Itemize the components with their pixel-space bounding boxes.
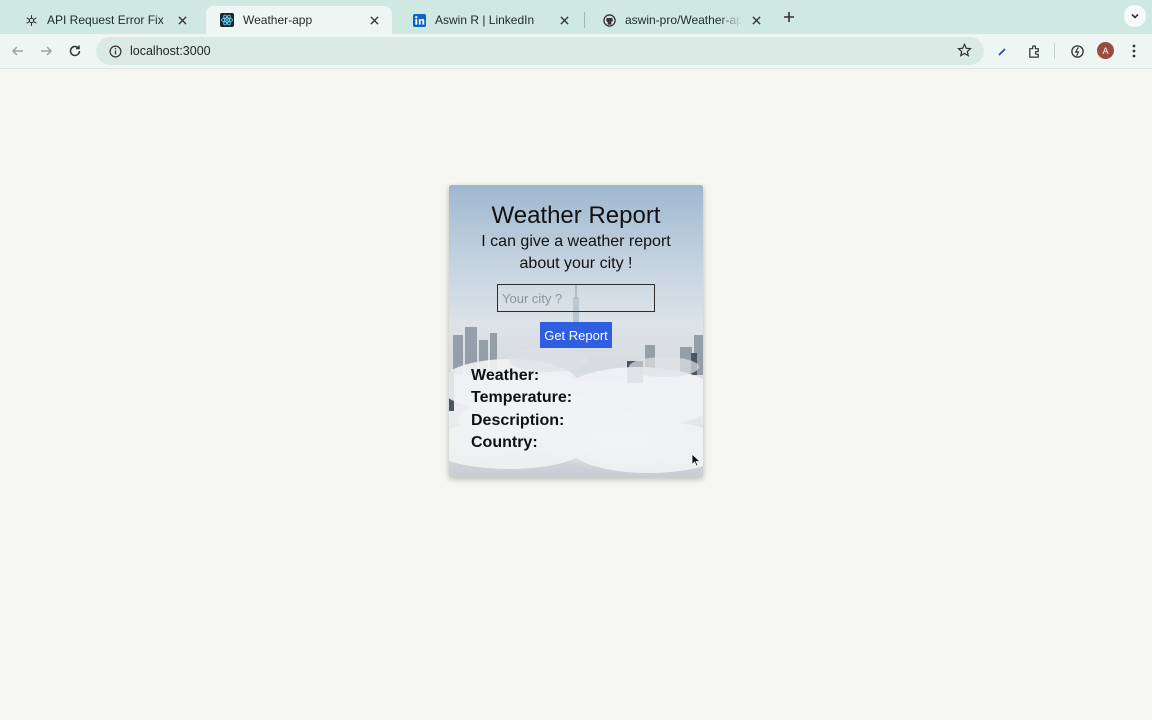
page-viewport: Weather Report I can give a weather repo…	[0, 70, 1152, 720]
get-report-button[interactable]: Get Report	[540, 322, 612, 348]
tab-weather-app[interactable]: Weather-app	[206, 6, 392, 34]
profile-avatar[interactable]: A	[1097, 42, 1114, 59]
extensions-puzzle-icon[interactable]	[1023, 40, 1045, 62]
pen-extension-icon[interactable]	[992, 40, 1014, 62]
app-subtitle: I can give a weather report about your c…	[481, 233, 671, 272]
site-info-icon[interactable]	[101, 45, 129, 58]
performance-icon[interactable]	[1066, 40, 1088, 62]
url-text: localhost:3000	[130, 44, 211, 58]
tab-title: aswin-pro/Weather-app-reac	[625, 13, 742, 27]
temperature-label: Temperature:	[471, 389, 573, 406]
description-label: Description:	[471, 412, 565, 429]
tab-title: Weather-app	[243, 13, 313, 27]
reload-button[interactable]	[64, 40, 86, 62]
tab-api-request-error-fix[interactable]: API Request Error Fix	[10, 6, 200, 34]
browser-toolbar: localhost:3000 A	[0, 34, 1152, 69]
tab-github[interactable]: aswin-pro/Weather-app-reac	[588, 6, 774, 34]
new-tab-button[interactable]	[779, 7, 799, 27]
tab-title: Aswin R | LinkedIn	[435, 13, 535, 27]
forward-button[interactable]	[35, 40, 57, 62]
tab-linkedin[interactable]: Aswin R | LinkedIn	[398, 6, 582, 34]
close-icon[interactable]	[366, 12, 382, 28]
react-icon	[220, 13, 234, 27]
close-icon[interactable]	[748, 12, 764, 28]
arrow-left-icon	[11, 46, 23, 56]
mouse-cursor-icon	[691, 453, 701, 467]
reload-icon	[69, 45, 81, 57]
close-icon[interactable]	[556, 12, 572, 28]
country-label: Country:	[471, 434, 538, 451]
city-input[interactable]	[497, 284, 655, 312]
address-bar[interactable]: localhost:3000	[96, 37, 984, 65]
arrow-right-icon	[41, 46, 53, 56]
weather-card: Weather Report I can give a weather repo…	[449, 185, 703, 477]
github-icon	[602, 13, 616, 27]
chevron-down-icon	[1131, 13, 1139, 19]
plus-icon	[784, 12, 794, 22]
tab-title: API Request Error Fix	[47, 13, 164, 27]
tab-search-button[interactable]	[1124, 5, 1146, 27]
bookmark-star-icon[interactable]	[957, 42, 972, 63]
app-title: Weather Report	[491, 202, 661, 229]
tab-strip: API Request Error Fix Weather-app Aswin …	[0, 0, 1152, 34]
back-button[interactable]	[7, 40, 29, 62]
tab-separator	[584, 12, 585, 28]
linkedin-icon	[412, 13, 426, 27]
openai-icon	[24, 13, 38, 27]
weather-label: Weather:	[471, 367, 540, 384]
toolbar-separator	[1054, 43, 1055, 59]
kebab-menu-icon[interactable]	[1123, 40, 1145, 62]
close-icon[interactable]	[174, 12, 190, 28]
